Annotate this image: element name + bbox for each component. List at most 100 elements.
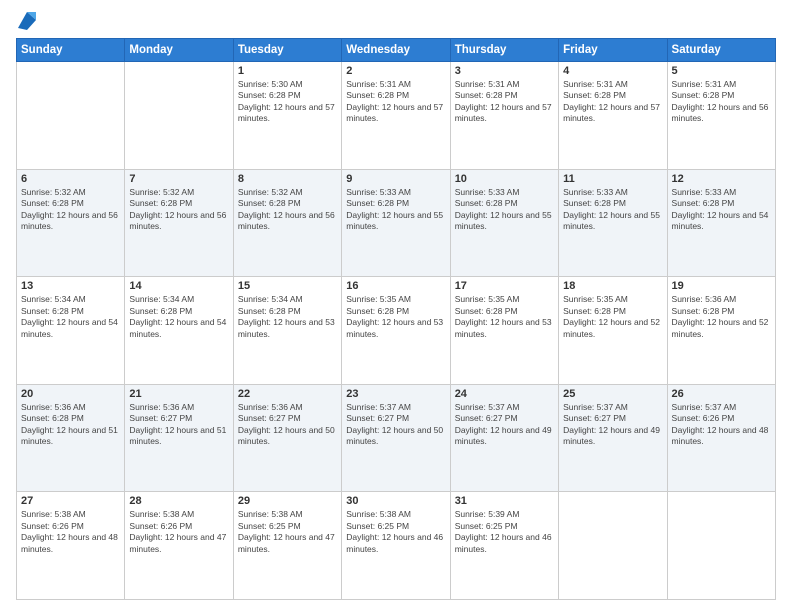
calendar-cell (667, 492, 775, 600)
day-number: 25 (563, 388, 662, 400)
calendar-cell: 28 Sunrise: 5:38 AM Sunset: 6:26 PM Dayli… (125, 492, 233, 600)
day-info: Sunrise: 5:36 AM Sunset: 6:28 PM Dayligh… (672, 294, 771, 340)
weekday-header: Thursday (450, 39, 558, 62)
day-number: 24 (455, 388, 554, 400)
calendar-cell: 31 Sunrise: 5:39 AM Sunset: 6:25 PM Dayli… (450, 492, 558, 600)
day-number: 23 (346, 388, 445, 400)
calendar-cell: 19 Sunrise: 5:36 AM Sunset: 6:28 PM Dayli… (667, 277, 775, 385)
day-number: 8 (238, 173, 337, 185)
page-header (16, 12, 776, 30)
calendar-cell: 12 Sunrise: 5:33 AM Sunset: 6:28 PM Dayli… (667, 169, 775, 277)
day-number: 27 (21, 495, 120, 507)
calendar-cell: 23 Sunrise: 5:37 AM Sunset: 6:27 PM Dayli… (342, 384, 450, 492)
day-number: 17 (455, 280, 554, 292)
calendar-table: SundayMondayTuesdayWednesdayThursdayFrid… (16, 38, 776, 600)
day-number: 12 (672, 173, 771, 185)
day-number: 31 (455, 495, 554, 507)
calendar-cell: 4Sunrise: 5:31 AM Sunset: 6:28 PM Daylig… (559, 62, 667, 170)
calendar-header-row: SundayMondayTuesdayWednesdayThursdayFrid… (17, 39, 776, 62)
weekday-header: Wednesday (342, 39, 450, 62)
day-number: 16 (346, 280, 445, 292)
day-info: Sunrise: 5:34 AM Sunset: 6:28 PM Dayligh… (21, 294, 120, 340)
day-info: Sunrise: 5:39 AM Sunset: 6:25 PM Dayligh… (455, 509, 554, 555)
calendar-cell: 9 Sunrise: 5:33 AM Sunset: 6:28 PM Daylig… (342, 169, 450, 277)
calendar-week-row: 1 Sunrise: 5:30 AM Sunset: 6:28 PM Daylig… (17, 62, 776, 170)
day-number: 1 (238, 65, 337, 77)
day-info: Sunrise: 5:30 AM Sunset: 6:28 PM Dayligh… (238, 79, 337, 125)
day-info: Sunrise: 5:38 AM Sunset: 6:25 PM Dayligh… (346, 509, 445, 555)
day-info: Sunrise: 5:36 AM Sunset: 6:28 PM Dayligh… (21, 402, 120, 448)
weekday-header: Saturday (667, 39, 775, 62)
calendar-cell (17, 62, 125, 170)
day-info: Sunrise: 5:36 AM Sunset: 6:27 PM Dayligh… (129, 402, 228, 448)
day-number: 7 (129, 173, 228, 185)
calendar-cell: 16 Sunrise: 5:35 AM Sunset: 6:28 PM Dayli… (342, 277, 450, 385)
day-info: Sunrise: 5:37 AM Sunset: 6:27 PM Dayligh… (346, 402, 445, 448)
weekday-header: Sunday (17, 39, 125, 62)
calendar-cell: 29Sunrise: 5:38 AM Sunset: 6:25 PM Dayli… (233, 492, 341, 600)
day-info: Sunrise: 5:37 AM Sunset: 6:27 PM Dayligh… (455, 402, 554, 448)
day-number: 9 (346, 173, 445, 185)
calendar-week-row: 27 Sunrise: 5:38 AM Sunset: 6:26 PM Dayli… (17, 492, 776, 600)
day-info: Sunrise: 5:33 AM Sunset: 6:28 PM Dayligh… (455, 187, 554, 233)
day-number: 22 (238, 388, 337, 400)
day-number: 18 (563, 280, 662, 292)
day-number: 30 (346, 495, 445, 507)
day-info: Sunrise: 5:34 AM Sunset: 6:28 PM Dayligh… (238, 294, 337, 340)
day-info: Sunrise: 5:31 AM Sunset: 6:28 PM Dayligh… (346, 79, 445, 125)
calendar-cell: 17 Sunrise: 5:35 AM Sunset: 6:28 PM Dayli… (450, 277, 558, 385)
day-info: Sunrise: 5:35 AM Sunset: 6:28 PM Dayligh… (455, 294, 554, 340)
calendar-cell: 2 Sunrise: 5:31 AM Sunset: 6:28 PM Daylig… (342, 62, 450, 170)
day-number: 26 (672, 388, 771, 400)
day-info: Sunrise: 5:34 AM Sunset: 6:28 PM Dayligh… (129, 294, 228, 340)
calendar-cell: 7Sunrise: 5:32 AM Sunset: 6:28 PM Daylig… (125, 169, 233, 277)
day-info: Sunrise: 5:33 AM Sunset: 6:28 PM Dayligh… (672, 187, 771, 233)
calendar-cell: 8 Sunrise: 5:32 AM Sunset: 6:28 PM Daylig… (233, 169, 341, 277)
weekday-header: Monday (125, 39, 233, 62)
calendar-cell: 3Sunrise: 5:31 AM Sunset: 6:28 PM Daylig… (450, 62, 558, 170)
day-info: Sunrise: 5:33 AM Sunset: 6:28 PM Dayligh… (563, 187, 662, 233)
day-info: Sunrise: 5:38 AM Sunset: 6:26 PM Dayligh… (129, 509, 228, 555)
logo (16, 12, 36, 30)
calendar-cell: 22 Sunrise: 5:36 AM Sunset: 6:27 PM Dayli… (233, 384, 341, 492)
day-number: 2 (346, 65, 445, 77)
day-number: 28 (129, 495, 228, 507)
day-number: 10 (455, 173, 554, 185)
calendar-cell: 26 Sunrise: 5:37 AM Sunset: 6:26 PM Dayli… (667, 384, 775, 492)
calendar-cell: 25 Sunrise: 5:37 AM Sunset: 6:27 PM Dayli… (559, 384, 667, 492)
calendar-cell (125, 62, 233, 170)
day-info: Sunrise: 5:32 AM Sunset: 6:28 PM Dayligh… (238, 187, 337, 233)
day-info: Sunrise: 5:36 AM Sunset: 6:27 PM Dayligh… (238, 402, 337, 448)
calendar-cell: 11 Sunrise: 5:33 AM Sunset: 6:28 PM Dayli… (559, 169, 667, 277)
day-info: Sunrise: 5:32 AM Sunset: 6:28 PM Dayligh… (21, 187, 120, 233)
day-number: 11 (563, 173, 662, 185)
calendar-cell: 18Sunrise: 5:35 AM Sunset: 6:28 PM Dayli… (559, 277, 667, 385)
calendar-cell: 5 Sunrise: 5:31 AM Sunset: 6:28 PM Daylig… (667, 62, 775, 170)
day-number: 13 (21, 280, 120, 292)
day-info: Sunrise: 5:31 AM Sunset: 6:28 PM Dayligh… (672, 79, 771, 125)
calendar-cell: 14 Sunrise: 5:34 AM Sunset: 6:28 PM Dayli… (125, 277, 233, 385)
day-number: 21 (129, 388, 228, 400)
day-number: 15 (238, 280, 337, 292)
logo-icon (18, 10, 36, 30)
day-info: Sunrise: 5:38 AM Sunset: 6:26 PM Dayligh… (21, 509, 120, 555)
calendar-week-row: 20Sunrise: 5:36 AM Sunset: 6:28 PM Dayli… (17, 384, 776, 492)
day-info: Sunrise: 5:37 AM Sunset: 6:26 PM Dayligh… (672, 402, 771, 448)
calendar-cell: 13 Sunrise: 5:34 AM Sunset: 6:28 PM Dayli… (17, 277, 125, 385)
weekday-header: Friday (559, 39, 667, 62)
calendar-cell: 27 Sunrise: 5:38 AM Sunset: 6:26 PM Dayli… (17, 492, 125, 600)
day-number: 19 (672, 280, 771, 292)
day-number: 14 (129, 280, 228, 292)
calendar-cell: 10 Sunrise: 5:33 AM Sunset: 6:28 PM Dayli… (450, 169, 558, 277)
calendar-cell: 21 Sunrise: 5:36 AM Sunset: 6:27 PM Dayli… (125, 384, 233, 492)
calendar-cell: 20Sunrise: 5:36 AM Sunset: 6:28 PM Dayli… (17, 384, 125, 492)
day-info: Sunrise: 5:31 AM Sunset: 6:28 PM Dayligh… (563, 79, 662, 125)
day-number: 5 (672, 65, 771, 77)
day-number: 6 (21, 173, 120, 185)
calendar-week-row: 6 Sunrise: 5:32 AM Sunset: 6:28 PM Daylig… (17, 169, 776, 277)
day-info: Sunrise: 5:37 AM Sunset: 6:27 PM Dayligh… (563, 402, 662, 448)
day-info: Sunrise: 5:38 AM Sunset: 6:25 PM Dayligh… (238, 509, 337, 555)
day-info: Sunrise: 5:33 AM Sunset: 6:28 PM Dayligh… (346, 187, 445, 233)
calendar-cell: 30 Sunrise: 5:38 AM Sunset: 6:25 PM Dayli… (342, 492, 450, 600)
day-info: Sunrise: 5:35 AM Sunset: 6:28 PM Dayligh… (346, 294, 445, 340)
